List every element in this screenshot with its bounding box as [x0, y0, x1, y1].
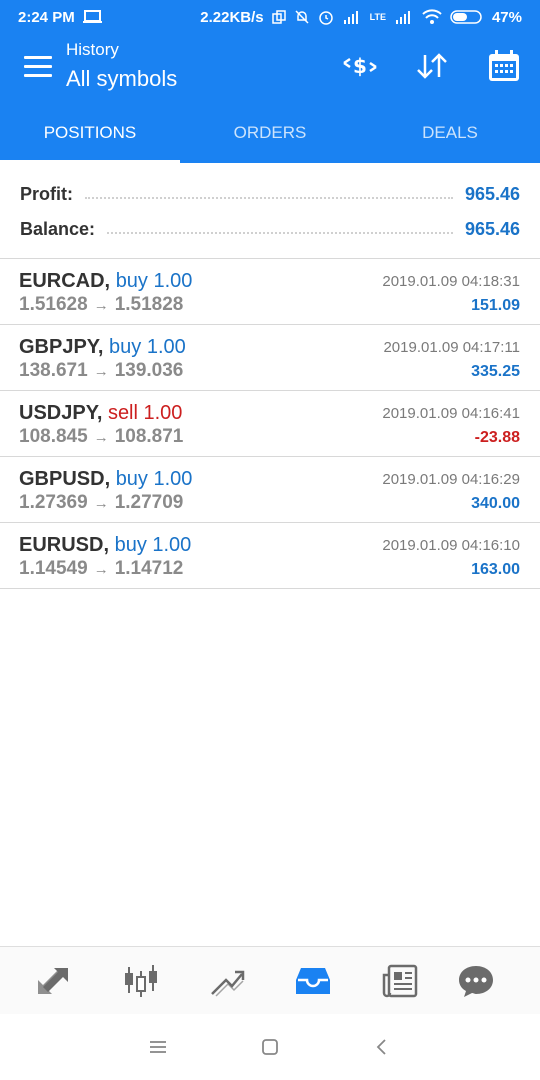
menu-icon[interactable]	[24, 56, 52, 78]
trade-side: buy 1.00	[109, 336, 186, 358]
quotes-icon	[38, 968, 68, 994]
sort-button[interactable]	[412, 48, 452, 84]
trade-profit: 151.09	[471, 297, 520, 314]
balance-value: 965.46	[464, 218, 520, 239]
square-icon	[262, 1039, 278, 1055]
arrow-right-icon: →	[93, 297, 109, 314]
trade-symbol: EURUSD,	[19, 534, 110, 556]
trade-symbol: GBPJPY,	[19, 336, 104, 358]
arrow-right-icon: →	[93, 495, 109, 512]
signal-icon-2	[395, 11, 410, 24]
nav-chart[interactable]	[121, 961, 161, 1001]
currency-filter-icon: $	[343, 54, 377, 78]
profit-row: Profit: 965.46	[20, 179, 520, 209]
page-title[interactable]: All symbols	[66, 66, 177, 92]
trade-row[interactable]: EURUSD, buy 1.00 1.14549 → 1.14712 2019.01…	[0, 523, 540, 589]
open-price: 138.671	[19, 360, 88, 381]
balance-row: Balance: 965.46	[20, 214, 520, 244]
open-price: 1.27369	[19, 492, 88, 513]
sort-icon	[417, 53, 447, 79]
trade-profit: -23.88	[474, 429, 520, 446]
nav-news[interactable]	[380, 961, 420, 1001]
trade-time: 2019.01.09 04:16:29	[382, 471, 520, 488]
nav-history[interactable]	[293, 961, 333, 1001]
tab-positions[interactable]: POSITIONS	[0, 110, 180, 163]
tab-orders[interactable]: ORDERS	[180, 110, 360, 163]
close-price: 1.51828	[114, 294, 184, 315]
balance-label: Balance:	[20, 218, 96, 239]
currency-filter-button[interactable]: $	[340, 48, 380, 84]
app-bar: History All symbols $	[0, 34, 540, 110]
profit-value: 965.46	[464, 183, 520, 204]
trade-row[interactable]: EURCAD, buy 1.00 1.51628 → 1.51828 2019.01…	[0, 259, 540, 325]
tab-bar: POSITIONS ORDERS DEALS	[0, 110, 540, 163]
status-time: 2:24 PM	[18, 8, 75, 26]
tab-deals[interactable]: DEALS	[360, 110, 540, 163]
wifi-icon	[422, 9, 442, 24]
cast-icon	[82, 10, 102, 23]
trade-profit: 340.00	[471, 495, 520, 512]
close-price: 139.036	[114, 360, 184, 381]
battery-icon	[450, 10, 482, 24]
alarm-icon	[318, 11, 333, 25]
news-icon	[382, 964, 418, 998]
trade-symbol: USDJPY,	[19, 402, 103, 424]
trade-symbol: EURCAD,	[19, 270, 111, 292]
dotted-leader	[107, 232, 453, 234]
history-inbox-icon	[296, 968, 330, 994]
arrow-right-icon: →	[93, 561, 109, 578]
copy-icon	[271, 10, 286, 24]
muted-bell-icon	[295, 10, 309, 24]
status-bar: 2:24 PM 2.22KB/s LTE 47%	[0, 0, 540, 34]
nav-chat[interactable]	[456, 961, 496, 1001]
trade-profit: 163.00	[471, 561, 520, 578]
arrow-right-icon: →	[93, 429, 109, 446]
trade-symbol: GBPUSD,	[19, 468, 111, 490]
arrow-right-icon: →	[93, 363, 109, 380]
calendar-icon	[489, 50, 519, 81]
nav-quotes[interactable]	[33, 961, 73, 1001]
open-price: 1.14549	[19, 558, 88, 579]
header: 2:24 PM 2.22KB/s LTE 47% History All sym…	[0, 0, 540, 163]
close-price: 108.871	[114, 426, 184, 447]
trade-row[interactable]: GBPJPY, buy 1.00 138.671 → 139.036 2019.01…	[0, 325, 540, 391]
back-chevron-icon	[376, 1039, 386, 1055]
svg-text:$: $	[353, 54, 367, 78]
page-subtitle: History	[66, 40, 119, 59]
nav-trade[interactable]	[207, 961, 247, 1001]
status-speed: 2.22KB/s	[200, 8, 264, 26]
recent-apps-button[interactable]	[143, 1034, 173, 1060]
profit-label: Profit:	[20, 183, 73, 204]
calendar-button[interactable]	[484, 48, 524, 84]
chart-candles-icon	[125, 965, 157, 997]
open-price: 108.845	[19, 426, 88, 447]
trade-time: 2019.01.09 04:16:10	[382, 537, 520, 554]
signal-icon	[343, 11, 358, 24]
trade-side: buy 1.00	[115, 468, 193, 490]
open-price: 1.51628	[19, 294, 88, 315]
system-nav-bar	[0, 1014, 540, 1080]
close-price: 1.14712	[114, 558, 184, 579]
trade-side: buy 1.00	[115, 270, 193, 292]
trade-time: 2019.01.09 04:18:31	[382, 273, 520, 290]
back-button[interactable]	[367, 1034, 397, 1060]
menu-lines-icon	[150, 1041, 166, 1053]
summary-panel: Profit: 965.46 Balance: 965.46	[0, 163, 540, 259]
trade-time: 2019.01.09 04:17:11	[383, 339, 520, 356]
chat-icon	[459, 966, 493, 997]
trade-side: buy 1.00	[114, 534, 192, 556]
dotted-leader	[85, 197, 453, 199]
trade-list: EURCAD, buy 1.00 1.51628 → 1.51828 2019.01…	[0, 259, 540, 589]
bottom-nav	[0, 946, 540, 1014]
trade-time: 2019.01.09 04:16:41	[382, 405, 520, 422]
home-button[interactable]	[255, 1034, 285, 1060]
close-price: 1.27709	[114, 492, 184, 513]
trade-profit: 335.25	[471, 363, 520, 380]
trade-side: sell 1.00	[107, 402, 183, 424]
lte-label: LTE	[369, 11, 386, 22]
trade-icon	[211, 970, 245, 997]
trade-row[interactable]: USDJPY, sell 1.00 108.845 → 108.871 2019.0…	[0, 391, 540, 457]
trade-row[interactable]: GBPUSD, buy 1.00 1.27369 → 1.27709 2019.01…	[0, 457, 540, 523]
battery-percent: 47%	[491, 8, 522, 26]
